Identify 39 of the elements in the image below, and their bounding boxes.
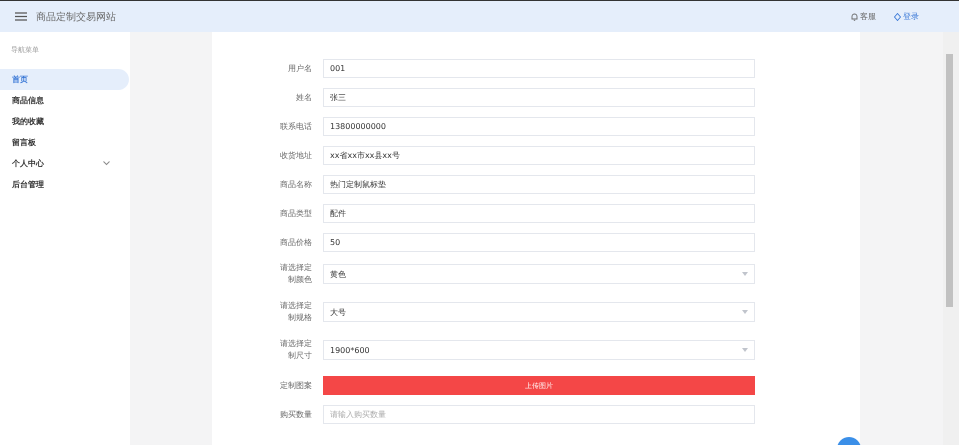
sidebar-item[interactable]: 后台管理 (0, 174, 129, 195)
input-field[interactable]: 001 (323, 59, 755, 78)
dropdown-caret-icon (742, 348, 748, 352)
select-field[interactable]: 1900*600 (323, 340, 755, 360)
header-link[interactable]: 登录 (894, 11, 919, 22)
header-link[interactable]: 客服 (851, 11, 876, 22)
field-label: 商品类型 (279, 208, 312, 220)
dropdown-caret-icon (742, 310, 748, 314)
field-label: 用户名 (287, 62, 312, 74)
field-label: 联系电话 (279, 120, 312, 132)
input-field[interactable]: 张三 (323, 88, 755, 107)
input-field[interactable]: 热门定制鼠标垫 (323, 175, 755, 194)
input-field[interactable]: 50 (323, 233, 755, 252)
field-label: 请选择定制尺寸 (279, 338, 312, 362)
select-field[interactable]: 黄色 (323, 264, 755, 284)
field-label: 请选择定制颜色 (279, 262, 312, 286)
sidebar-item[interactable]: 个人中心 (0, 153, 129, 174)
bell-icon (851, 12, 858, 20)
sidebar-item[interactable]: 我的收藏 (0, 111, 129, 132)
field-label: 商品名称 (279, 178, 312, 190)
sidebar-item[interactable]: 首页 (0, 69, 129, 90)
scrollbar-thumb[interactable] (946, 54, 953, 307)
chevron-icon (103, 161, 110, 166)
field-label: 定制图案 (279, 380, 312, 392)
input-field[interactable]: xx省xx市xx县xx号 (323, 146, 755, 165)
input-field[interactable]: 13800000000 (323, 117, 755, 136)
field-label: 姓名 (295, 92, 312, 104)
field-label: 购买数量 (279, 408, 312, 420)
site-title: 商品定制交易网站 (36, 10, 116, 24)
sidebar-item[interactable]: 留言板 (0, 132, 129, 153)
input-field[interactable]: 配件 (323, 204, 755, 223)
field-label: 商品价格 (279, 236, 312, 248)
select-field[interactable]: 大号 (323, 302, 755, 322)
dropdown-caret-icon (742, 272, 748, 276)
field-label: 收货地址 (279, 150, 312, 162)
menu-icon[interactable] (15, 12, 27, 21)
field-label: 请选择定制规格 (279, 300, 312, 324)
sidebar-item[interactable]: 商品信息 (0, 90, 129, 111)
diamond-icon (894, 12, 901, 20)
